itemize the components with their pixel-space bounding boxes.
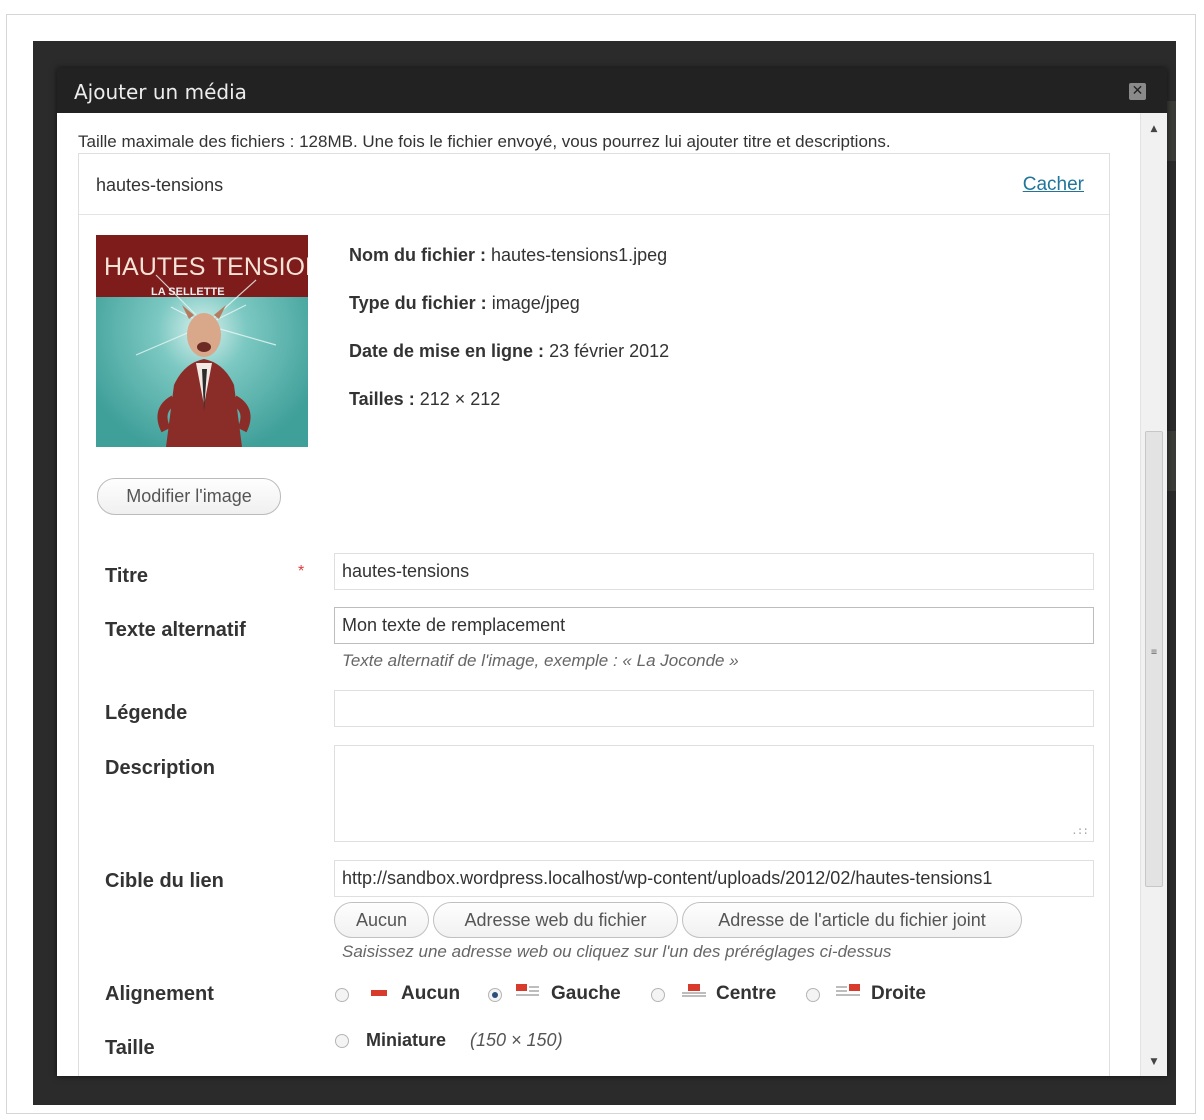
upload-date-value: 23 février 2012	[549, 341, 670, 361]
file-name-value: hautes-tensions1.jpeg	[491, 245, 668, 265]
size-thumbnail-dims: (150 × 150)	[470, 1030, 563, 1050]
file-name-row: Nom du fichier : hautes-tensions1.jpeg	[349, 245, 667, 266]
scroll-down-arrow-icon[interactable]: ▼	[1141, 1052, 1167, 1072]
link-hint: Saisissez une adresse web ou cliquez sur…	[342, 942, 892, 961]
upload-date-row: Date de mise en ligne : 23 février 2012	[349, 341, 669, 362]
size-thumbnail-radio[interactable]	[335, 1034, 349, 1048]
resize-grip-icon[interactable]: .::	[1071, 824, 1089, 837]
close-button[interactable]: ✕	[1129, 83, 1146, 100]
dialog-content: Taille maximale des fichiers : 128MB. Un…	[57, 113, 1140, 1076]
align-left-icon	[516, 984, 539, 996]
align-right-icon	[836, 984, 860, 996]
dialog-titlebar: Ajouter un média ✕	[57, 68, 1167, 113]
description-textarea[interactable]: .::	[334, 745, 1094, 842]
alt-text-label: Texte alternatif	[105, 619, 246, 641]
file-type-value: image/jpeg	[491, 293, 580, 313]
required-marker: *	[298, 563, 305, 580]
align-right-label: Droite	[871, 983, 926, 1004]
file-type-label: Type du fichier :	[349, 293, 487, 313]
align-center-icon	[682, 984, 706, 997]
size-thumbnail-label: Miniature	[366, 1030, 447, 1050]
sizes-label: Tailles :	[349, 389, 415, 409]
align-left-radio[interactable]	[488, 988, 502, 1002]
media-item-header: hautes-tensions Cacher	[79, 154, 1109, 215]
thumbnail-title-text: HAUTES TENSIONS	[104, 253, 308, 281]
background-strip	[1167, 431, 1176, 491]
title-label: Titre	[105, 565, 148, 587]
thumbnail-subtitle-text: LA SELLETTE	[151, 286, 225, 298]
align-none-radio[interactable]	[335, 988, 349, 1002]
file-type-row: Type du fichier : image/jpeg	[349, 293, 580, 314]
hide-link[interactable]: Cacher	[1023, 174, 1084, 196]
sizes-row: Tailles : 212 × 212	[349, 389, 500, 410]
media-thumbnail: HAUTES TENSIONS LA SELLETTE	[96, 235, 308, 447]
max-file-size-notice: Taille maximale des fichiers : 128MB. Un…	[78, 132, 891, 151]
media-dialog: Ajouter un média ✕ Taille maximale des f…	[57, 68, 1167, 1076]
thumbnail-image: HAUTES TENSIONS LA SELLETTE	[96, 235, 308, 447]
dialog-title: Ajouter un média	[74, 80, 247, 104]
link-file-url-button[interactable]: Adresse web du fichier	[433, 902, 678, 938]
scroll-thumb[interactable]: ≡	[1145, 431, 1163, 887]
background-strip	[1167, 101, 1176, 161]
align-center-radio[interactable]	[651, 988, 665, 1002]
caption-label: Légende	[105, 702, 188, 724]
link-none-button[interactable]: Aucun	[334, 902, 429, 938]
media-item: hautes-tensions Cacher HAUTES TENSIO LA …	[78, 153, 1110, 1076]
scroll-up-arrow-icon[interactable]: ▲	[1141, 119, 1167, 139]
edit-image-button[interactable]: Modifier l'image	[97, 478, 281, 515]
alignment-label: Alignement	[105, 983, 214, 1005]
align-right-radio[interactable]	[806, 988, 820, 1002]
caption-input[interactable]	[334, 690, 1094, 727]
vertical-scrollbar[interactable]: ▲ ≡ ▼	[1140, 113, 1167, 1076]
link-url-input[interactable]	[334, 860, 1094, 897]
align-none-label: Aucun	[401, 983, 461, 1004]
sizes-value: 212 × 212	[419, 389, 501, 409]
description-label: Description	[105, 757, 216, 779]
file-name-label: Nom du fichier :	[349, 245, 487, 265]
media-filename-heading: hautes-tensions	[96, 175, 224, 195]
upload-date-label: Date de mise en ligne :	[349, 341, 545, 361]
align-center-label: Centre	[716, 983, 777, 1004]
alt-text-input[interactable]	[334, 607, 1094, 644]
title-input[interactable]	[334, 553, 1094, 590]
align-left-label: Gauche	[551, 983, 621, 1004]
alt-text-hint: Texte alternatif de l'image, exemple : «…	[342, 651, 739, 670]
link-post-url-button[interactable]: Adresse de l'article du fichier joint	[682, 902, 1022, 938]
link-target-label: Cible du lien	[105, 870, 224, 892]
align-none-icon	[371, 990, 387, 996]
scroll-grip-icon: ≡	[1150, 647, 1158, 658]
size-label: Taille	[105, 1037, 155, 1059]
